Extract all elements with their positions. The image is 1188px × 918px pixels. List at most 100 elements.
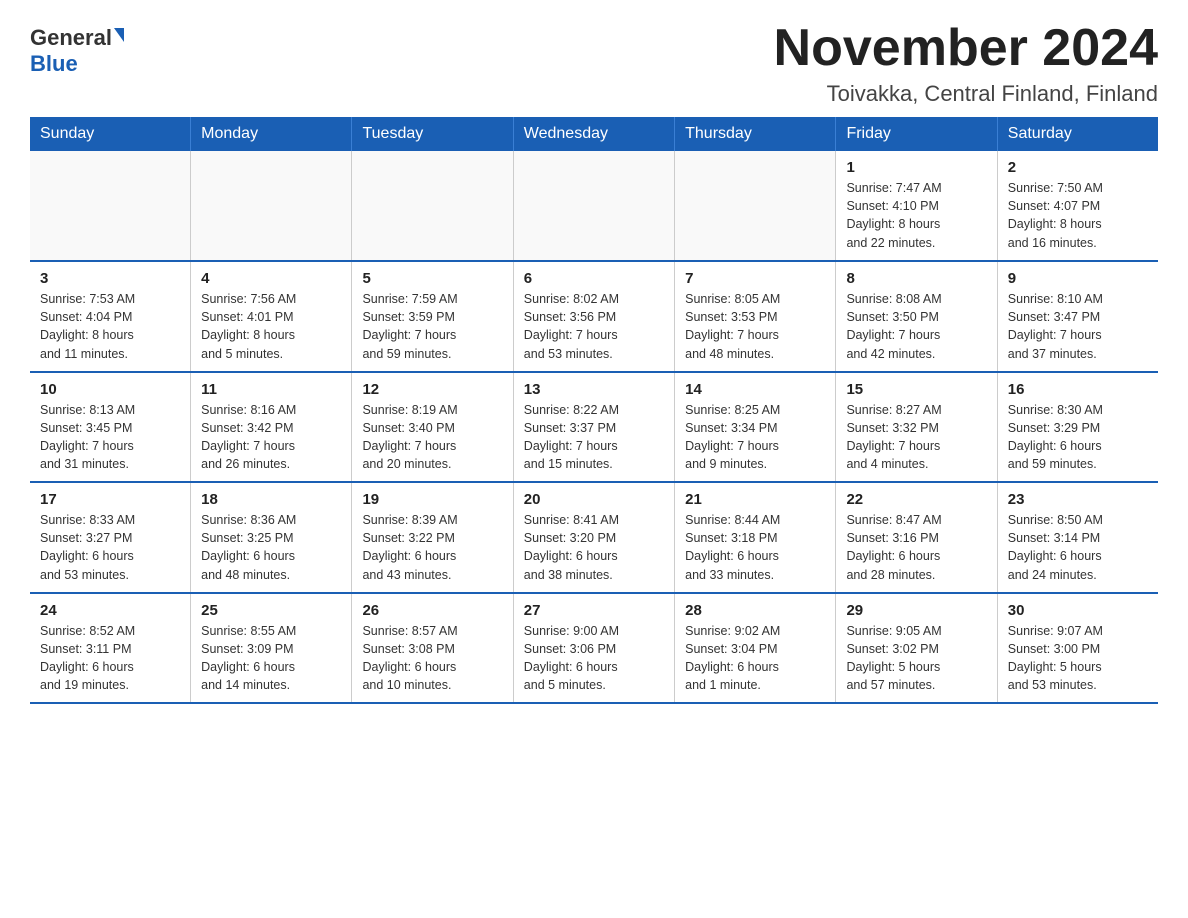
day-info: Sunrise: 8:22 AM Sunset: 3:37 PM Dayligh… <box>524 401 664 474</box>
calendar-cell: 24 Sunrise: 8:52 AM Sunset: 3:11 PM Dayli… <box>30 593 191 704</box>
day-number: 17 <box>40 491 180 508</box>
day-info: Sunrise: 8:13 AM Sunset: 3:45 PM Dayligh… <box>40 401 180 474</box>
calendar-week-row: 1 Sunrise: 7:47 AM Sunset: 4:10 PM Daylig… <box>30 151 1158 261</box>
header-day-wednesday: Wednesday <box>513 117 674 151</box>
calendar-week-row: 17 Sunrise: 8:33 AM Sunset: 3:27 PM Dayli… <box>30 482 1158 593</box>
calendar-cell: 11 Sunrise: 8:16 AM Sunset: 3:42 PM Dayli… <box>191 372 352 483</box>
day-info: Sunrise: 8:55 AM Sunset: 3:09 PM Dayligh… <box>201 622 341 695</box>
calendar-cell <box>675 151 836 261</box>
calendar-cell: 18 Sunrise: 8:36 AM Sunset: 3:25 PM Dayli… <box>191 482 352 593</box>
calendar-cell: 22 Sunrise: 8:47 AM Sunset: 3:16 PM Dayli… <box>836 482 997 593</box>
calendar-week-row: 10 Sunrise: 8:13 AM Sunset: 3:45 PM Dayli… <box>30 372 1158 483</box>
day-info: Sunrise: 8:08 AM Sunset: 3:50 PM Dayligh… <box>846 290 986 363</box>
header-day-saturday: Saturday <box>997 117 1158 151</box>
day-info: Sunrise: 7:59 AM Sunset: 3:59 PM Dayligh… <box>362 290 502 363</box>
day-number: 22 <box>846 491 986 508</box>
calendar-cell: 15 Sunrise: 8:27 AM Sunset: 3:32 PM Dayli… <box>836 372 997 483</box>
day-number: 7 <box>685 270 825 287</box>
day-number: 24 <box>40 602 180 619</box>
logo: General Blue <box>30 20 124 77</box>
day-info: Sunrise: 9:07 AM Sunset: 3:00 PM Dayligh… <box>1008 622 1148 695</box>
day-number: 9 <box>1008 270 1148 287</box>
day-number: 21 <box>685 491 825 508</box>
logo-triangle-icon <box>114 28 124 42</box>
calendar-table: SundayMondayTuesdayWednesdayThursdayFrid… <box>30 117 1158 704</box>
calendar-cell: 27 Sunrise: 9:00 AM Sunset: 3:06 PM Dayli… <box>513 593 674 704</box>
header-day-tuesday: Tuesday <box>352 117 513 151</box>
subtitle: Toivakka, Central Finland, Finland <box>774 81 1158 107</box>
calendar-cell: 29Sunrise: 9:05 AM Sunset: 3:02 PM Dayli… <box>836 593 997 704</box>
day-info: Sunrise: 8:33 AM Sunset: 3:27 PM Dayligh… <box>40 511 180 584</box>
day-number: 15 <box>846 381 986 398</box>
day-info: Sunrise: 7:53 AM Sunset: 4:04 PM Dayligh… <box>40 290 180 363</box>
day-info: Sunrise: 7:56 AM Sunset: 4:01 PM Dayligh… <box>201 290 341 363</box>
day-info: Sunrise: 8:57 AM Sunset: 3:08 PM Dayligh… <box>362 622 502 695</box>
day-number: 5 <box>362 270 502 287</box>
day-info: Sunrise: 8:16 AM Sunset: 3:42 PM Dayligh… <box>201 401 341 474</box>
day-number: 1 <box>846 159 986 176</box>
calendar-cell: 14Sunrise: 8:25 AM Sunset: 3:34 PM Dayli… <box>675 372 836 483</box>
calendar-cell: 28 Sunrise: 9:02 AM Sunset: 3:04 PM Dayli… <box>675 593 836 704</box>
calendar-cell: 6Sunrise: 8:02 AM Sunset: 3:56 PM Daylig… <box>513 261 674 372</box>
calendar-cell: 30 Sunrise: 9:07 AM Sunset: 3:00 PM Dayli… <box>997 593 1158 704</box>
calendar-cell: 19Sunrise: 8:39 AM Sunset: 3:22 PM Dayli… <box>352 482 513 593</box>
day-info: Sunrise: 8:19 AM Sunset: 3:40 PM Dayligh… <box>362 401 502 474</box>
calendar-cell: 9 Sunrise: 8:10 AM Sunset: 3:47 PM Daylig… <box>997 261 1158 372</box>
calendar-week-row: 3Sunrise: 7:53 AM Sunset: 4:04 PM Daylig… <box>30 261 1158 372</box>
day-info: Sunrise: 8:02 AM Sunset: 3:56 PM Dayligh… <box>524 290 664 363</box>
day-info: Sunrise: 8:30 AM Sunset: 3:29 PM Dayligh… <box>1008 401 1148 474</box>
logo-general-text: General <box>30 25 112 51</box>
calendar-cell: 23Sunrise: 8:50 AM Sunset: 3:14 PM Dayli… <box>997 482 1158 593</box>
day-number: 11 <box>201 381 341 398</box>
day-info: Sunrise: 8:47 AM Sunset: 3:16 PM Dayligh… <box>846 511 986 584</box>
calendar-cell: 25 Sunrise: 8:55 AM Sunset: 3:09 PM Dayli… <box>191 593 352 704</box>
logo-blue-text: Blue <box>30 51 78 77</box>
calendar-cell <box>30 151 191 261</box>
day-number: 25 <box>201 602 341 619</box>
calendar-cell <box>191 151 352 261</box>
day-info: Sunrise: 9:05 AM Sunset: 3:02 PM Dayligh… <box>846 622 986 695</box>
header-day-monday: Monday <box>191 117 352 151</box>
day-number: 28 <box>685 602 825 619</box>
day-info: Sunrise: 8:05 AM Sunset: 3:53 PM Dayligh… <box>685 290 825 363</box>
day-number: 13 <box>524 381 664 398</box>
page-title: November 2024 <box>774 20 1158 77</box>
calendar-cell: 13 Sunrise: 8:22 AM Sunset: 3:37 PM Dayli… <box>513 372 674 483</box>
day-number: 10 <box>40 381 180 398</box>
day-number: 16 <box>1008 381 1148 398</box>
day-number: 12 <box>362 381 502 398</box>
calendar-cell: 5 Sunrise: 7:59 AM Sunset: 3:59 PM Daylig… <box>352 261 513 372</box>
day-info: Sunrise: 9:00 AM Sunset: 3:06 PM Dayligh… <box>524 622 664 695</box>
day-info: Sunrise: 8:44 AM Sunset: 3:18 PM Dayligh… <box>685 511 825 584</box>
calendar-cell: 1 Sunrise: 7:47 AM Sunset: 4:10 PM Daylig… <box>836 151 997 261</box>
day-info: Sunrise: 8:36 AM Sunset: 3:25 PM Dayligh… <box>201 511 341 584</box>
header-area: General Blue November 2024 Toivakka, Cen… <box>30 20 1158 107</box>
day-number: 18 <box>201 491 341 508</box>
day-info: Sunrise: 8:52 AM Sunset: 3:11 PM Dayligh… <box>40 622 180 695</box>
day-info: Sunrise: 9:02 AM Sunset: 3:04 PM Dayligh… <box>685 622 825 695</box>
header-day-friday: Friday <box>836 117 997 151</box>
calendar-cell: 7 Sunrise: 8:05 AM Sunset: 3:53 PM Daylig… <box>675 261 836 372</box>
day-info: Sunrise: 8:27 AM Sunset: 3:32 PM Dayligh… <box>846 401 986 474</box>
day-info: Sunrise: 7:50 AM Sunset: 4:07 PM Dayligh… <box>1008 179 1148 252</box>
calendar-header-row: SundayMondayTuesdayWednesdayThursdayFrid… <box>30 117 1158 151</box>
calendar-cell: 26 Sunrise: 8:57 AM Sunset: 3:08 PM Dayli… <box>352 593 513 704</box>
header-day-sunday: Sunday <box>30 117 191 151</box>
day-info: Sunrise: 7:47 AM Sunset: 4:10 PM Dayligh… <box>846 179 986 252</box>
day-info: Sunrise: 8:25 AM Sunset: 3:34 PM Dayligh… <box>685 401 825 474</box>
day-info: Sunrise: 8:41 AM Sunset: 3:20 PM Dayligh… <box>524 511 664 584</box>
calendar-week-row: 24 Sunrise: 8:52 AM Sunset: 3:11 PM Dayli… <box>30 593 1158 704</box>
header-day-thursday: Thursday <box>675 117 836 151</box>
day-number: 20 <box>524 491 664 508</box>
day-info: Sunrise: 8:39 AM Sunset: 3:22 PM Dayligh… <box>362 511 502 584</box>
calendar-cell: 17 Sunrise: 8:33 AM Sunset: 3:27 PM Dayli… <box>30 482 191 593</box>
day-number: 30 <box>1008 602 1148 619</box>
title-area: November 2024 Toivakka, Central Finland,… <box>774 20 1158 107</box>
calendar-cell: 8 Sunrise: 8:08 AM Sunset: 3:50 PM Daylig… <box>836 261 997 372</box>
calendar-cell <box>513 151 674 261</box>
day-number: 27 <box>524 602 664 619</box>
calendar-cell: 4Sunrise: 7:56 AM Sunset: 4:01 PM Daylig… <box>191 261 352 372</box>
day-info: Sunrise: 8:10 AM Sunset: 3:47 PM Dayligh… <box>1008 290 1148 363</box>
day-number: 8 <box>846 270 986 287</box>
day-number: 26 <box>362 602 502 619</box>
